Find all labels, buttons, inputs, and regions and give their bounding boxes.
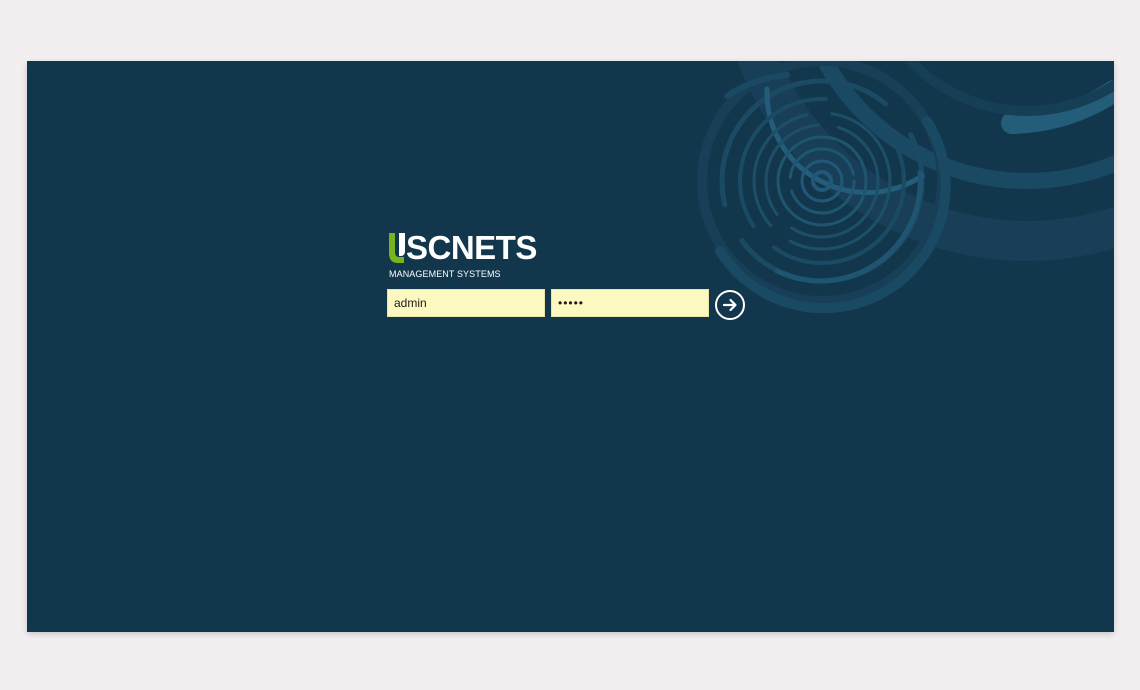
- arrow-right-icon: [722, 298, 737, 312]
- logo-wordmark: SCNETS: [387, 229, 537, 266]
- logo-subtitle: MANAGEMENT SYSTEMS: [389, 269, 501, 279]
- login-screen: SCNETS MANAGEMENT SYSTEMS: [27, 61, 1114, 632]
- login-submit-button[interactable]: [715, 290, 745, 320]
- logo-text: SCNETS: [406, 229, 537, 266]
- password-input[interactable]: [551, 289, 709, 317]
- username-input[interactable]: [387, 289, 545, 317]
- decorative-rings-graphic: [697, 61, 1114, 314]
- uscnets-logo: SCNETS MANAGEMENT SYSTEMS: [387, 229, 557, 283]
- logo-u-mark: [389, 233, 405, 263]
